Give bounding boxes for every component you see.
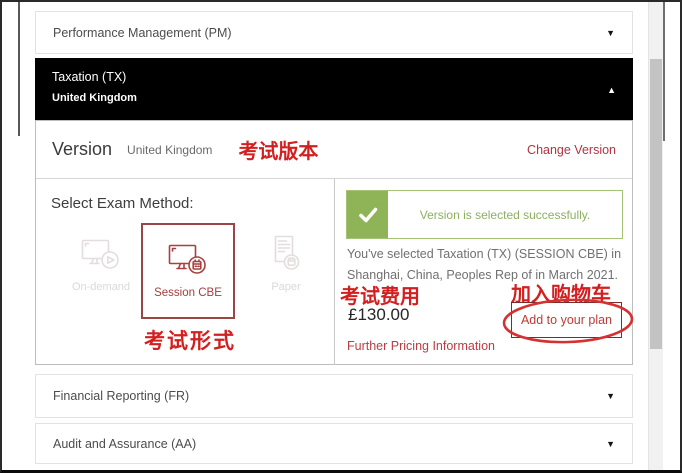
version-annotation-cn: 考试版本 xyxy=(238,135,318,164)
exam-method-option-on-demand[interactable]: On-demand xyxy=(62,239,140,293)
add-to-plan-button[interactable]: Add to your plan xyxy=(511,302,622,338)
exam-method-option-session-cbe[interactable]: Session CBE xyxy=(141,223,235,319)
accordion-label: Performance Management (PM) xyxy=(53,26,232,40)
exam-price: £130.00 xyxy=(348,305,409,325)
chevron-down-icon: ▼ xyxy=(606,439,615,449)
page-edge-line-left xyxy=(18,2,20,136)
version-row: Version United Kingdom 考试版本 Change Versi… xyxy=(36,121,632,179)
change-version-link[interactable]: Change Version xyxy=(527,143,616,157)
chevron-up-icon: ▲ xyxy=(607,85,616,95)
exam-method-annotation-cn: 考试形式 xyxy=(144,325,236,355)
success-message: Version is selected successfully. xyxy=(388,191,622,238)
panel-columns: Select Exam Method: On-demand xyxy=(36,179,632,365)
accordion-label: Financial Reporting (FR) xyxy=(53,389,189,403)
exam-plan-screen: Performance Management (PM) ▼ Taxation (… xyxy=(0,0,682,473)
monitor-calendar-icon xyxy=(168,244,208,281)
further-pricing-link[interactable]: Further Pricing Information xyxy=(347,339,495,353)
taxation-title: Taxation (TX) xyxy=(52,70,616,84)
exam-method-option-paper[interactable]: Paper xyxy=(248,235,324,293)
taxation-panel: Version United Kingdom 考试版本 Change Versi… xyxy=(35,120,633,365)
vertical-scrollbar[interactable] xyxy=(648,2,663,470)
exam-method-column: Select Exam Method: On-demand xyxy=(36,179,335,365)
chevron-down-icon: ▼ xyxy=(606,28,615,38)
accordion-taxation-header[interactable]: Taxation (TX) United Kingdom ▲ xyxy=(35,58,633,120)
accordion-financial-reporting[interactable]: Financial Reporting (FR) ▼ xyxy=(35,374,633,418)
success-banner: Version is selected successfully. xyxy=(346,190,623,239)
monitor-play-icon xyxy=(81,258,121,275)
accordion-audit-assurance[interactable]: Audit and Assurance (AA) ▼ xyxy=(35,423,633,464)
accordion-performance-management[interactable]: Performance Management (PM) ▼ xyxy=(35,11,633,54)
version-label: Version xyxy=(52,139,112,160)
taxation-subtitle: United Kingdom xyxy=(52,92,616,104)
exam-method-label: Paper xyxy=(248,281,324,293)
exam-method-label: Session CBE xyxy=(154,287,222,299)
scrollbar-thumb[interactable] xyxy=(650,59,662,349)
chevron-down-icon: ▼ xyxy=(606,391,615,401)
document-calendar-icon xyxy=(271,258,301,275)
selection-column: Version is selected successfully. You've… xyxy=(335,179,632,365)
checkmark-icon xyxy=(347,191,388,238)
accordion-label: Audit and Assurance (AA) xyxy=(53,437,196,451)
page-edge-line-right xyxy=(663,2,665,141)
exam-method-label: On-demand xyxy=(62,281,140,293)
version-value: United Kingdom xyxy=(127,143,212,157)
exam-method-title: Select Exam Method: xyxy=(51,195,194,212)
